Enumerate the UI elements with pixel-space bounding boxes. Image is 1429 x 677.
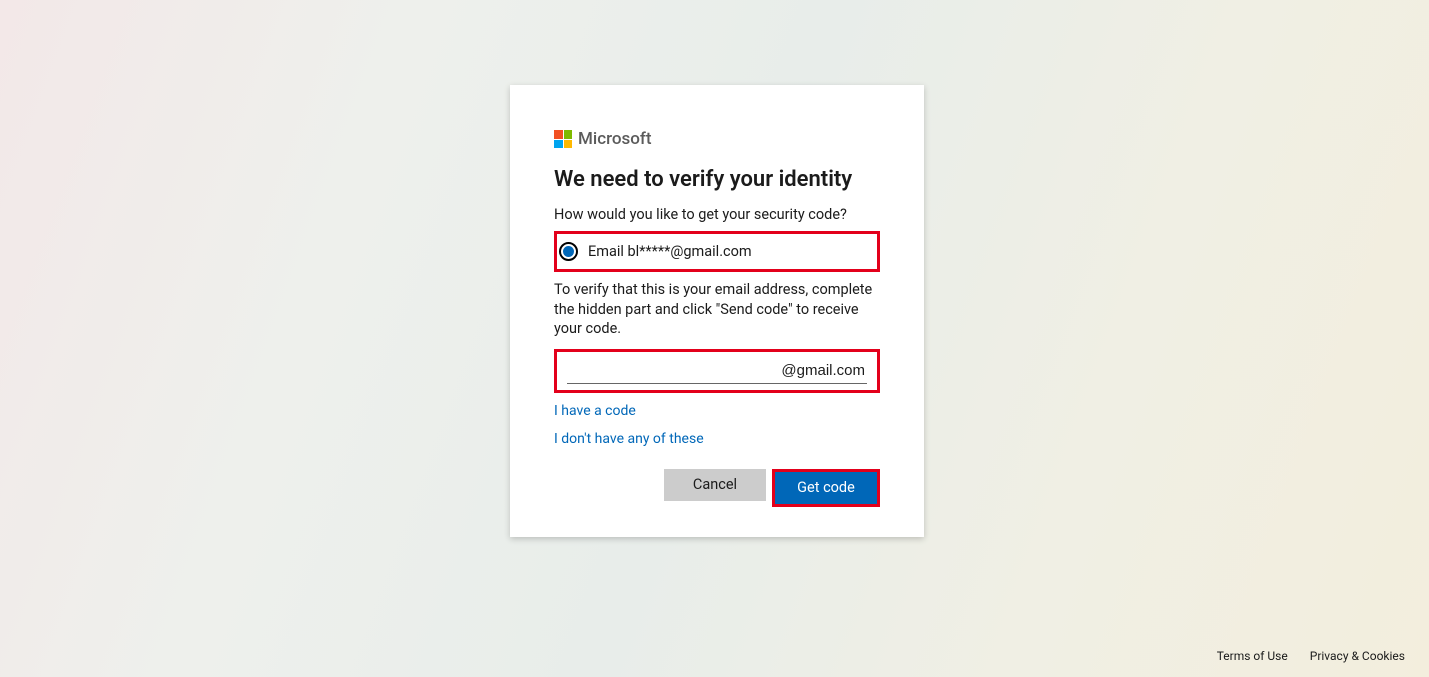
instruction-text: To verify that this is your email addres… — [554, 280, 880, 339]
brand-name: Microsoft — [578, 129, 652, 149]
terms-link[interactable]: Terms of Use — [1217, 649, 1288, 663]
privacy-link[interactable]: Privacy & Cookies — [1310, 649, 1405, 663]
microsoft-logo-icon — [554, 130, 572, 148]
radio-selected-icon — [559, 242, 578, 261]
verify-identity-card: Microsoft We need to verify your identit… — [510, 85, 924, 537]
verify-option-email-label: Email bl*****@gmail.com — [588, 243, 752, 260]
have-code-link[interactable]: I have a code — [554, 403, 880, 419]
button-row: Cancel Get code — [554, 469, 880, 507]
page-title: We need to verify your identity — [554, 167, 880, 192]
email-prefix-input[interactable] — [567, 358, 867, 384]
footer-links: Terms of Use Privacy & Cookies — [1217, 649, 1405, 663]
none-of-these-link[interactable]: I don't have any of these — [554, 431, 880, 447]
get-code-button[interactable]: Get code — [775, 472, 877, 504]
verify-option-email[interactable]: Email bl*****@gmail.com — [554, 231, 880, 272]
get-code-highlight: Get code — [772, 469, 880, 507]
brand-row: Microsoft — [554, 129, 880, 149]
cancel-button[interactable]: Cancel — [664, 469, 766, 501]
email-prefix-input-wrap — [554, 349, 880, 393]
page-subtitle: How would you like to get your security … — [554, 206, 880, 223]
